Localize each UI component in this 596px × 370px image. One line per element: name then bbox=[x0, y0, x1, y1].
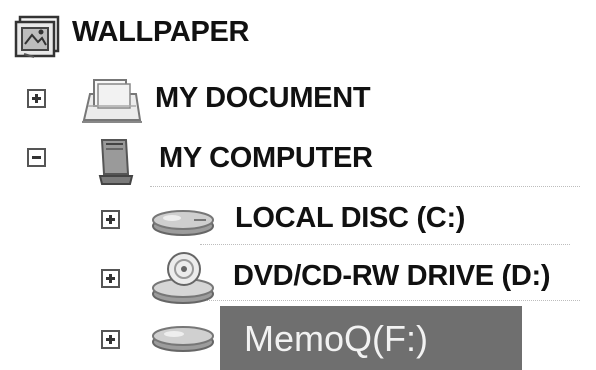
computer-icon bbox=[96, 134, 136, 195]
expand-plus-icon[interactable] bbox=[101, 210, 120, 229]
tree-node-memoq-f[interactable]: MemoQ(F:) bbox=[0, 306, 540, 370]
tree-label-my-document: MY DOCUMENT bbox=[155, 82, 371, 114]
tree-node-dvd-drive-d[interactable]: DVD/CD-RW DRIVE (D:) bbox=[0, 248, 596, 308]
tree-label-wallpaper: WALLPAPER bbox=[72, 16, 250, 48]
tree-node-local-disc-c[interactable]: LOCAL DISC (C:) bbox=[0, 190, 520, 250]
wallpaper-desktop-icon bbox=[12, 14, 64, 65]
removable-disk-icon bbox=[150, 320, 216, 359]
folder-tree: WALLPAPER MY DOCUMENT MY COMPUTER LOCAL … bbox=[0, 0, 596, 370]
expand-plus-icon[interactable] bbox=[101, 269, 120, 288]
tree-label-dvd-drive-d: DVD/CD-RW DRIVE (D:) bbox=[233, 260, 551, 292]
tree-label-local-disc-c: LOCAL DISC (C:) bbox=[235, 202, 466, 234]
tree-node-my-computer[interactable]: MY COMPUTER bbox=[0, 130, 420, 190]
tree-node-my-document[interactable]: MY DOCUMENT bbox=[0, 70, 420, 130]
tree-label-memoq-f: MemoQ(F:) bbox=[244, 318, 428, 359]
tree-node-wallpaper[interactable]: WALLPAPER bbox=[0, 0, 300, 60]
tree-guide-line bbox=[150, 186, 580, 187]
expand-plus-icon[interactable] bbox=[101, 330, 120, 349]
dvd-drive-icon bbox=[150, 250, 216, 311]
tree-label-my-computer: MY COMPUTER bbox=[159, 142, 373, 174]
hard-disk-icon bbox=[150, 204, 216, 243]
documents-folder-icon bbox=[80, 76, 144, 133]
expand-plus-icon[interactable] bbox=[27, 89, 46, 108]
collapse-minus-icon[interactable] bbox=[27, 148, 46, 167]
